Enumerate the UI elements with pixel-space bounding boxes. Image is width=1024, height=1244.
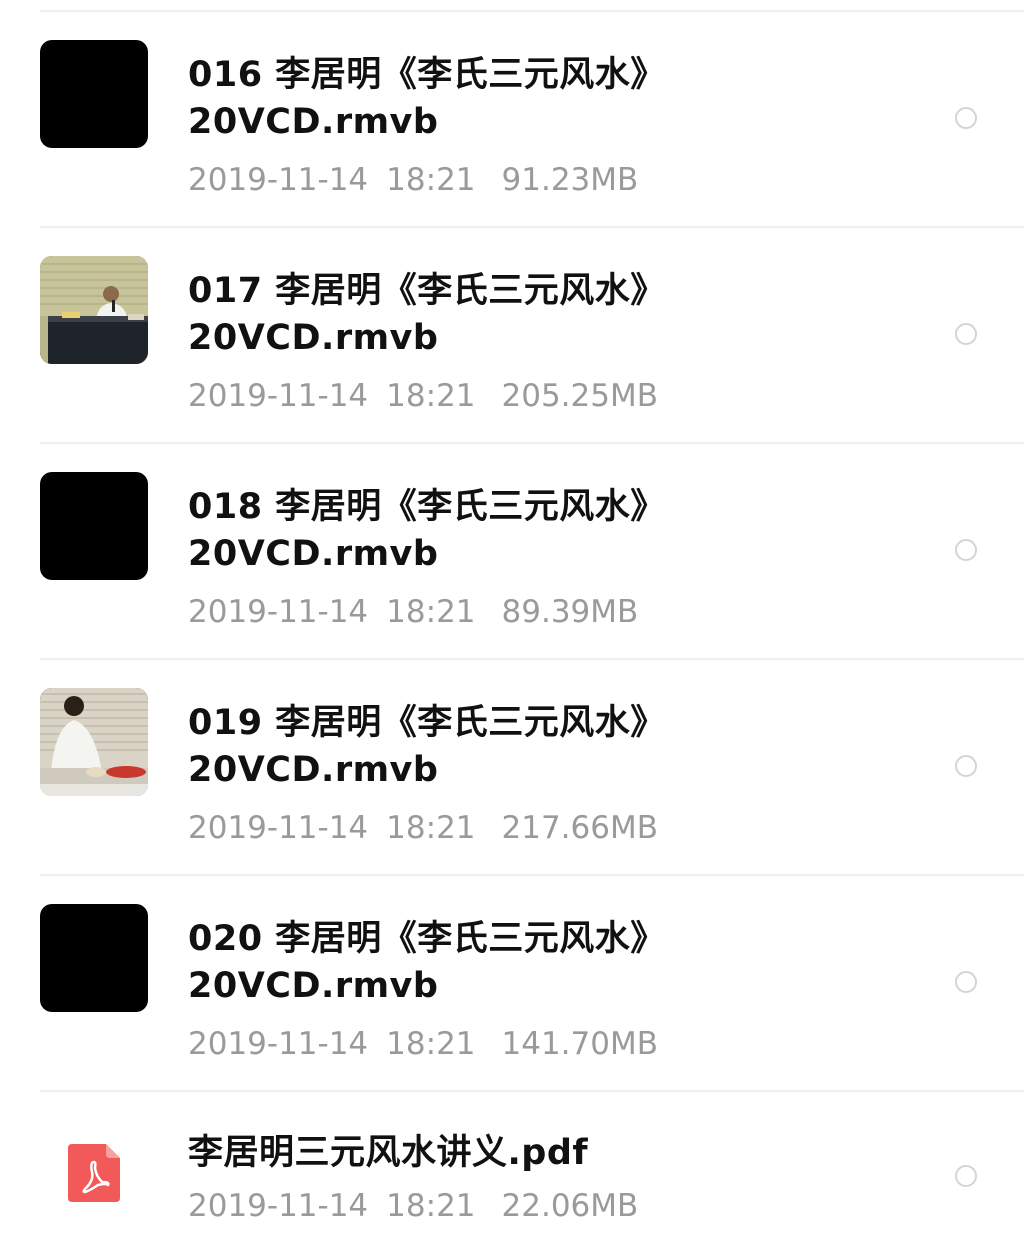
video-thumbnail [40, 688, 148, 796]
file-row[interactable]: 019 李居明《李氏三元风水》 20VCD.rmvb 2019-11-14 18:… [0, 660, 1024, 876]
file-time: 18:21 [386, 1188, 476, 1224]
video-thumbnail [40, 256, 148, 364]
lecture-frame-image [40, 256, 148, 364]
video-thumbnail [40, 472, 148, 580]
file-meta: 2019-11-14 18:21 217.66MB [188, 808, 658, 848]
file-time: 18:21 [386, 594, 476, 630]
pdf-icon [68, 1144, 120, 1202]
file-date: 2019-11-14 [188, 810, 369, 846]
select-checkbox[interactable] [955, 323, 977, 345]
file-date: 2019-11-14 [188, 162, 369, 198]
file-meta: 2019-11-14 18:21 89.39MB [188, 592, 638, 632]
file-size: 89.39MB [501, 594, 639, 630]
file-row[interactable]: 018 李居明《李氏三元风水》 20VCD.rmvb 2019-11-14 18:… [0, 444, 1024, 660]
file-size: 91.23MB [501, 162, 639, 198]
file-name: 李居明三元风水讲义.pdf [188, 1133, 589, 1173]
speaker-frame-image [40, 688, 148, 796]
file-size: 217.66MB [501, 810, 658, 846]
select-checkbox[interactable] [955, 1165, 977, 1187]
file-name: 018 李居明《李氏三元风水》 20VCD.rmvb [188, 487, 666, 574]
file-date: 2019-11-14 [188, 1026, 369, 1062]
select-checkbox[interactable] [955, 107, 977, 129]
file-date: 2019-11-14 [188, 1188, 369, 1224]
file-meta: 2019-11-14 18:21 205.25MB [188, 376, 658, 416]
select-checkbox[interactable] [955, 755, 977, 777]
file-date: 2019-11-14 [188, 594, 369, 630]
file-size: 22.06MB [501, 1188, 639, 1224]
file-time: 18:21 [386, 810, 476, 846]
file-name: 020 李居明《李氏三元风水》 20VCD.rmvb [188, 919, 666, 1006]
select-checkbox[interactable] [955, 539, 977, 561]
file-row[interactable]: 017 李居明《李氏三元风水》 20VCD.rmvb 2019-11-14 18:… [0, 228, 1024, 444]
select-checkbox[interactable] [955, 971, 977, 993]
file-row-pdf[interactable]: 李居明三元风水讲义.pdf 2019-11-14 18:21 22.06MB [0, 1090, 1024, 1244]
file-size: 205.25MB [501, 378, 658, 414]
video-thumbnail [40, 40, 148, 148]
file-name: 017 李居明《李氏三元风水》 20VCD.rmvb [188, 271, 666, 358]
video-thumbnail [40, 904, 148, 1012]
file-date: 2019-11-14 [188, 378, 369, 414]
file-name: 019 李居明《李氏三元风水》 20VCD.rmvb [188, 703, 666, 790]
file-row[interactable]: 020 李居明《李氏三元风水》 20VCD.rmvb 2019-11-14 18:… [0, 876, 1024, 1092]
file-meta: 2019-11-14 18:21 141.70MB [188, 1024, 658, 1064]
file-time: 18:21 [386, 378, 476, 414]
file-row[interactable]: 016 李居明《李氏三元风水》 20VCD.rmvb 2019-11-14 18:… [0, 12, 1024, 228]
file-time: 18:21 [386, 1026, 476, 1062]
file-time: 18:21 [386, 162, 476, 198]
file-meta: 2019-11-14 18:21 91.23MB [188, 160, 638, 200]
file-name: 016 李居明《李氏三元风水》 20VCD.rmvb [188, 55, 666, 142]
file-size: 141.70MB [501, 1026, 658, 1062]
file-list: 016 李居明《李氏三元风水》 20VCD.rmvb 2019-11-14 18:… [0, 0, 1024, 1244]
file-meta: 2019-11-14 18:21 22.06MB [188, 1186, 638, 1226]
